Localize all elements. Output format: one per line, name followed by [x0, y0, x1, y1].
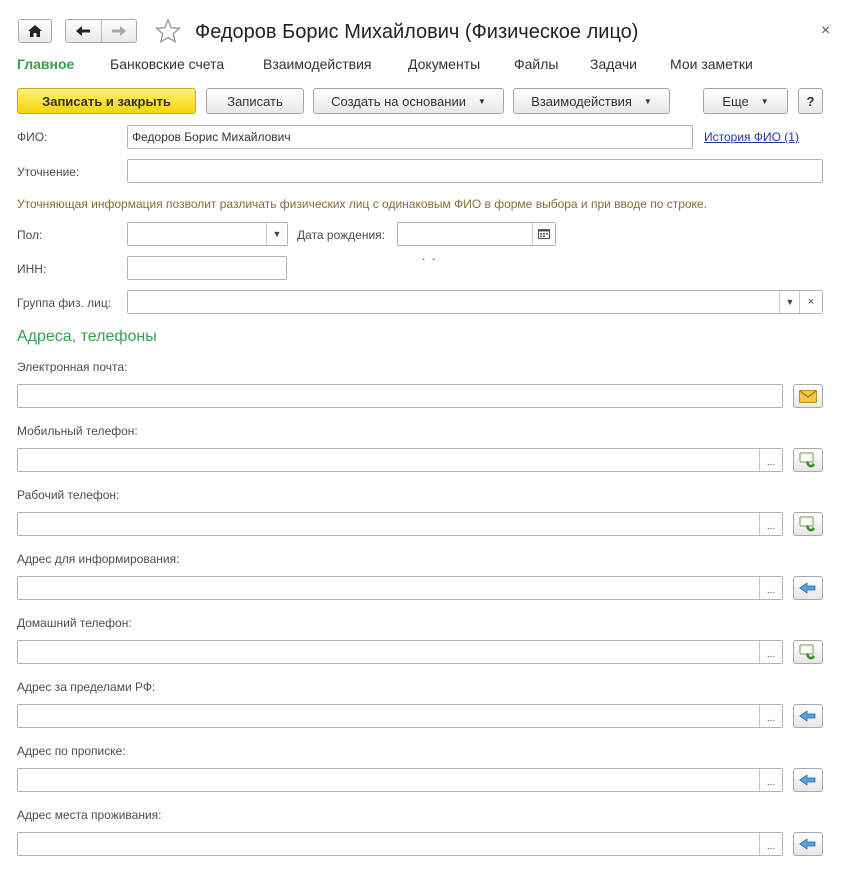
create-based-on-button[interactable]: Создать на основании ▼: [313, 88, 504, 114]
tab-main[interactable]: Главное: [17, 55, 74, 73]
info-address-edit-button[interactable]: ...: [759, 577, 782, 599]
chevron-down-icon: ▼: [785, 297, 795, 307]
favorite-button[interactable]: [154, 18, 182, 44]
interactions-button[interactable]: Взаимодействия ▼: [513, 88, 670, 114]
phone-call-icon: [799, 452, 815, 468]
ellipsis-icon: ...: [766, 777, 776, 788]
ellipsis-icon: ...: [766, 841, 776, 852]
phone-call-icon: [799, 644, 815, 660]
home-icon: [28, 25, 42, 37]
map-arrow-icon: [799, 582, 816, 594]
fio-label: ФИО:: [17, 130, 48, 144]
home-phone-field[interactable]: ...: [17, 640, 783, 664]
map-arrow-icon: [799, 774, 816, 786]
home-phone-label: Домашний телефон:: [17, 616, 132, 630]
group-dropdown-button[interactable]: ▼: [779, 291, 800, 313]
chevron-down-icon: ▼: [272, 229, 282, 239]
ellipsis-icon: ...: [766, 713, 776, 724]
residence-address-field[interactable]: ...: [17, 832, 783, 856]
ellipsis-icon: ...: [766, 457, 776, 468]
help-button[interactable]: ?: [798, 88, 823, 114]
mobile-phone-edit-button[interactable]: ...: [759, 449, 782, 471]
email-field[interactable]: [17, 384, 783, 408]
clarification-field[interactable]: [127, 159, 823, 183]
map-arrow-icon: [799, 710, 816, 722]
group-clear-button[interactable]: ×: [799, 291, 822, 313]
birth-date-label: Дата рождения:: [297, 228, 385, 242]
tab-files[interactable]: Файлы: [514, 55, 558, 73]
arrow-right-icon: [111, 26, 126, 36]
mobile-phone-field[interactable]: ...: [17, 448, 783, 472]
abroad-address-label: Адрес за пределами РФ:: [17, 680, 156, 694]
gender-label: Пол:: [17, 228, 43, 242]
gender-select[interactable]: ▼: [127, 222, 288, 246]
work-phone-edit-button[interactable]: ...: [759, 513, 782, 535]
registration-address-map-button[interactable]: [793, 768, 823, 792]
tab-documents[interactable]: Документы: [408, 55, 480, 73]
clear-icon: ×: [807, 296, 815, 308]
abroad-address-map-button[interactable]: [793, 704, 823, 728]
gender-dropdown-button[interactable]: ▼: [266, 223, 287, 245]
more-button[interactable]: Еще ▼: [703, 88, 788, 114]
clarification-label: Уточнение:: [17, 165, 80, 179]
save-and-close-button[interactable]: Записать и закрыть: [17, 88, 196, 114]
star-icon: [154, 18, 182, 44]
call-home-button[interactable]: [793, 640, 823, 664]
form-window: Федоров Борис Михайлович (Физическое лиц…: [0, 0, 845, 879]
group-label: Группа физ. лиц:: [17, 296, 112, 310]
tab-my-notes[interactable]: Мои заметки: [670, 55, 753, 73]
residence-address-edit-button[interactable]: ...: [759, 833, 782, 855]
save-button[interactable]: Записать: [206, 88, 304, 114]
calendar-icon: [538, 229, 550, 239]
info-address-field[interactable]: ...: [17, 576, 783, 600]
work-phone-label: Рабочий телефон:: [17, 488, 120, 502]
ellipsis-icon: ...: [766, 585, 776, 596]
phone-call-icon: [799, 516, 815, 532]
dropdown-arrow-icon: ▼: [643, 96, 652, 106]
work-phone-field[interactable]: ...: [17, 512, 783, 536]
calendar-button[interactable]: [532, 223, 555, 245]
inn-field[interactable]: [127, 256, 287, 280]
call-mobile-button[interactable]: [793, 448, 823, 472]
clarification-hint: Уточняющая информация позволит различать…: [17, 197, 707, 211]
registration-address-edit-button[interactable]: ...: [759, 769, 782, 791]
forward-button[interactable]: [102, 20, 137, 42]
home-button[interactable]: [18, 19, 52, 43]
abroad-address-edit-button[interactable]: ...: [759, 705, 782, 727]
fio-field[interactable]: Федоров Борис Михайлович: [127, 125, 693, 149]
abroad-address-field[interactable]: ...: [17, 704, 783, 728]
mobile-phone-label: Мобильный телефон:: [17, 424, 138, 438]
arrow-left-icon: [76, 26, 91, 36]
residence-address-label: Адрес места проживания:: [17, 808, 162, 822]
inn-label: ИНН:: [17, 262, 47, 276]
send-email-button[interactable]: [793, 384, 823, 408]
tab-bank-accounts[interactable]: Банковские счета: [110, 55, 224, 73]
residence-address-map-button[interactable]: [793, 832, 823, 856]
history-nav: [65, 19, 137, 43]
group-field[interactable]: ▼ ×: [127, 290, 823, 314]
registration-address-field[interactable]: ...: [17, 768, 783, 792]
envelope-icon: [799, 389, 817, 403]
dropdown-arrow-icon: ▼: [760, 96, 769, 106]
tab-interactions[interactable]: Взаимодействия: [263, 55, 372, 73]
home-phone-edit-button[interactable]: ...: [759, 641, 782, 663]
fio-history-link[interactable]: История ФИО (1): [704, 129, 799, 145]
back-button[interactable]: [66, 20, 102, 42]
info-address-map-button[interactable]: [793, 576, 823, 600]
dropdown-arrow-icon: ▼: [477, 96, 486, 106]
close-icon[interactable]: ×: [821, 22, 830, 40]
tab-tasks[interactable]: Задачи: [590, 55, 637, 73]
info-address-label: Адрес для информирования:: [17, 552, 180, 566]
call-work-button[interactable]: [793, 512, 823, 536]
map-arrow-icon: [799, 838, 816, 850]
birth-date-field[interactable]: . .: [397, 222, 556, 263]
email-label: Электронная почта:: [17, 360, 128, 374]
ellipsis-icon: ...: [766, 649, 776, 660]
page-title: Федоров Борис Михайлович (Физическое лиц…: [195, 21, 639, 43]
registration-address-label: Адрес по прописке:: [17, 744, 126, 758]
addresses-phones-section-title: Адреса, телефоны: [17, 328, 157, 345]
ellipsis-icon: ...: [766, 521, 776, 532]
